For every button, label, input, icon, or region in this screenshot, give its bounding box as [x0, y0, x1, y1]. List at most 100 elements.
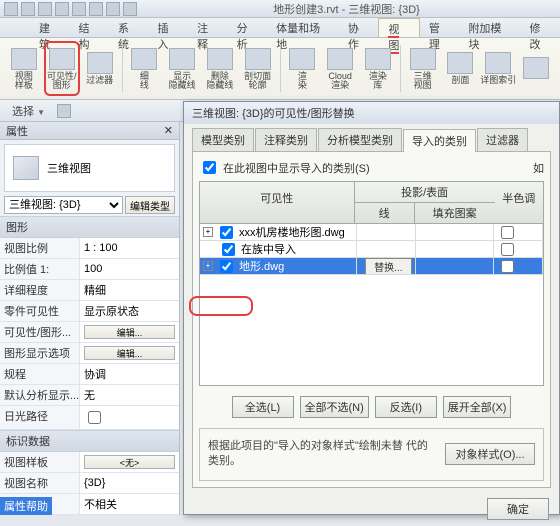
menu-tab[interactable]: 分析 — [228, 18, 268, 37]
expand-icon[interactable]: + — [203, 227, 213, 237]
ribbon-button[interactable]: 可见性/图形 — [44, 41, 80, 96]
property-row: 视图样板<无> — [0, 452, 179, 473]
menu-tab[interactable]: 附加模块 — [459, 18, 520, 37]
property-value[interactable] — [80, 406, 179, 429]
col-visibility: 可见性 — [200, 182, 355, 223]
qat-icon[interactable] — [89, 2, 103, 16]
qat-icon[interactable] — [55, 2, 69, 16]
invert-button[interactable]: 反选(I) — [375, 396, 437, 418]
ribbon-icon — [410, 48, 436, 70]
ribbon-button[interactable]: 渲染 — [285, 41, 321, 96]
show-categories-checkbox[interactable] — [203, 161, 216, 174]
menu-tab[interactable]: 插入 — [149, 18, 189, 37]
ribbon-button[interactable]: Cloud渲染 — [322, 41, 358, 96]
ribbon-button[interactable]: 过滤器 — [82, 41, 118, 96]
qat-icon[interactable] — [38, 2, 52, 16]
menu-tab[interactable]: 结构 — [70, 18, 110, 37]
object-styles-button[interactable]: 对象样式(O)... — [445, 443, 535, 465]
property-value[interactable]: 1 : 100 — [80, 238, 179, 258]
property-row: 默认分析显示...无 — [0, 385, 179, 406]
select-all-button[interactable]: 全选(L) — [232, 396, 294, 418]
property-value[interactable]: <无> — [80, 452, 179, 472]
qat-icon[interactable] — [123, 2, 137, 16]
property-value[interactable]: 协调 — [80, 364, 179, 384]
ribbon-button[interactable] — [518, 41, 554, 96]
ribbon-button[interactable]: 渲染库 — [360, 41, 396, 96]
property-value[interactable]: 100 — [80, 259, 179, 279]
property-value[interactable]: 编辑... — [80, 343, 179, 363]
select-button[interactable]: 选择 ▼ — [6, 101, 51, 121]
close-icon[interactable]: ✕ — [164, 124, 173, 137]
dialog-tab[interactable]: 过滤器 — [477, 128, 528, 151]
dialog-tab[interactable]: 导入的类别 — [403, 129, 476, 152]
dialog-tab[interactable]: 注释类别 — [255, 128, 317, 151]
expand-all-button[interactable]: 展开全部(X) — [443, 396, 512, 418]
qat-icon[interactable] — [72, 2, 86, 16]
menu-tab[interactable]: 注释 — [188, 18, 228, 37]
ribbon-button[interactable]: 视图样板 — [6, 41, 42, 96]
ribbon-icon — [131, 48, 157, 70]
selection-buttons: 全选(L) 全部不选(N) 反选(I) 展开全部(X) — [199, 396, 544, 418]
property-row: 日光路径 — [0, 406, 179, 430]
type-selector[interactable]: 三维视图: {3D} — [4, 196, 123, 214]
dialog-tab[interactable]: 模型类别 — [192, 128, 254, 151]
grid-header: 可见性 投影/表面 线 填充图案 半色调 — [200, 182, 543, 224]
dialog-footer: 确定 — [184, 492, 559, 526]
override-button[interactable]: 替换... — [365, 258, 411, 274]
property-row: 视图名称{3D} — [0, 473, 179, 494]
properties-help[interactable]: 属性帮助 — [0, 497, 52, 515]
ribbon-button[interactable]: 显示隐藏线 — [164, 41, 200, 96]
ok-button[interactable]: 确定 — [487, 498, 549, 520]
property-value[interactable]: 显示原状态 — [80, 301, 179, 321]
property-value[interactable]: 精细 — [80, 280, 179, 300]
edit-type-button[interactable]: 编辑类型 — [125, 196, 175, 214]
quick-access-toolbar — [4, 2, 137, 16]
col-line: 线 — [355, 203, 415, 223]
ribbon-icon — [447, 52, 473, 74]
property-value[interactable]: 无 — [80, 385, 179, 405]
property-value[interactable]: 不相关 — [80, 494, 179, 514]
menu-tab[interactable]: 视图 — [378, 18, 420, 37]
ribbon-button[interactable]: 删除隐藏线 — [202, 41, 238, 96]
ribbon-icon — [327, 48, 353, 70]
show-categories-row: 在此视图中显示导入的类别(S) 如 — [199, 158, 544, 177]
menu-tab[interactable]: 协作 — [339, 18, 379, 37]
halftone-checkbox[interactable] — [501, 226, 514, 239]
col-projection: 投影/表面 — [355, 182, 495, 202]
cursor-icon[interactable] — [57, 104, 71, 118]
property-value[interactable]: 编辑... — [80, 322, 179, 342]
menu-tab[interactable]: 建筑 — [30, 18, 70, 37]
menu-tab[interactable]: 修改 — [520, 18, 560, 37]
ribbon-button[interactable]: 三维视图 — [405, 41, 441, 96]
category-row[interactable]: +xxx机房楼地形图.dwg — [200, 224, 543, 241]
dialog-tab[interactable]: 分析模型类别 — [318, 128, 402, 151]
menu-tab[interactable]: 系统 — [109, 18, 149, 37]
expand-icon[interactable]: + — [203, 261, 213, 271]
ribbon-button[interactable]: 细线 — [127, 41, 163, 96]
property-row: 视图比例1 : 100 — [0, 238, 179, 259]
property-value[interactable]: {3D} — [80, 473, 179, 493]
visibility-checkbox[interactable] — [220, 260, 233, 273]
halftone-checkbox[interactable] — [501, 260, 514, 273]
category-row[interactable]: 在族中导入 — [200, 241, 543, 258]
qat-icon[interactable] — [4, 2, 18, 16]
ribbon-icon — [289, 48, 315, 70]
visibility-checkbox[interactable] — [220, 226, 233, 239]
qat-icon[interactable] — [21, 2, 35, 16]
select-none-button[interactable]: 全部不选(N) — [300, 396, 369, 418]
properties-header: 属性 ✕ — [0, 122, 179, 140]
ribbon-button[interactable]: 剖切面轮廓 — [240, 41, 276, 96]
menu-tab[interactable]: 体量和场地 — [267, 18, 339, 37]
halftone-checkbox[interactable] — [501, 243, 514, 256]
property-row: 比例值 1:100 — [0, 259, 179, 280]
qat-icon[interactable] — [106, 2, 120, 16]
visibility-checkbox[interactable] — [222, 243, 235, 256]
hint-text: 根据此项目的"导入的对象样式"绘制未替 代的类别。 — [208, 439, 431, 470]
menu-tab[interactable]: 管理 — [420, 18, 460, 37]
ribbon-icon — [49, 48, 75, 70]
category-row[interactable]: +地形.dwg替换... — [200, 258, 543, 275]
type-preview[interactable]: 三维视图 — [4, 144, 175, 192]
ribbon-icon — [365, 48, 391, 70]
ribbon-button[interactable]: 剖面 — [443, 41, 479, 96]
ribbon-button[interactable]: 详图索引 — [480, 41, 516, 96]
